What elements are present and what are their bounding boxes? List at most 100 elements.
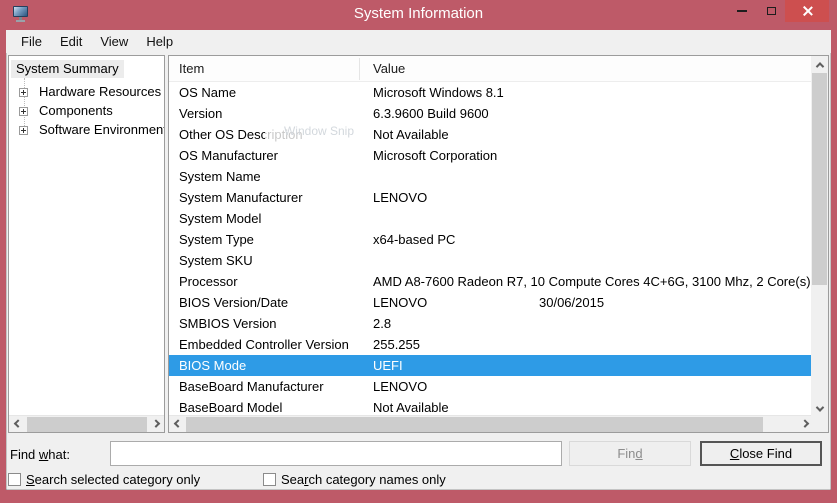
table-header: Item Value bbox=[169, 56, 812, 82]
tree-item-hardware-resources[interactable]: Hardware Resources bbox=[19, 83, 165, 101]
tree-horizontal-scrollbar[interactable] bbox=[9, 415, 164, 432]
table-row[interactable]: OS Name Microsoft Windows 8.1 bbox=[169, 82, 813, 103]
row-item-cell: OS Name bbox=[179, 82, 359, 103]
table-row[interactable]: Embedded Controller Version 255.255 bbox=[169, 334, 813, 355]
expand-plus-icon[interactable] bbox=[19, 88, 28, 97]
close-button[interactable] bbox=[785, 0, 829, 22]
search-category-names-option[interactable]: Search category names only bbox=[263, 471, 446, 487]
row-item-cell: Processor bbox=[179, 271, 359, 292]
row-item-cell: Embedded Controller Version bbox=[179, 334, 359, 355]
table-row[interactable]: System Model bbox=[169, 208, 813, 229]
menu-item-edit[interactable]: Edit bbox=[51, 32, 91, 51]
table-row[interactable]: BIOS Version/DateLENOVO30/06/2015 bbox=[169, 292, 813, 313]
row-value-cell: Microsoft Corporation bbox=[373, 145, 813, 166]
title-bar: System Information bbox=[0, 0, 837, 30]
chevron-down-icon bbox=[815, 403, 823, 411]
row-item-cell: BaseBoard Model bbox=[179, 397, 359, 417]
scroll-up-button[interactable] bbox=[811, 56, 828, 73]
row-item-cell: BaseBoard Manufacturer bbox=[179, 376, 359, 397]
minimize-button[interactable] bbox=[726, 0, 758, 22]
scrollbar-thumb[interactable] bbox=[812, 73, 827, 285]
column-separator[interactable] bbox=[359, 58, 360, 80]
window-title: System Information bbox=[0, 0, 837, 30]
checkbox-label: Search category names only bbox=[281, 472, 446, 487]
row-item-cell: SMBIOS Version bbox=[179, 313, 359, 334]
chevron-right-icon bbox=[151, 419, 159, 427]
find-what-label: Find what: bbox=[10, 447, 70, 462]
row-item-cell: System Type bbox=[179, 229, 359, 250]
maximize-icon bbox=[767, 7, 776, 15]
table-row[interactable]: System SKU bbox=[169, 250, 813, 271]
expand-plus-icon[interactable] bbox=[19, 107, 28, 116]
row-value-cell: UEFI bbox=[373, 355, 813, 376]
maximize-button[interactable] bbox=[756, 0, 786, 22]
expand-plus-icon[interactable] bbox=[19, 126, 28, 135]
row-value-cell: 6.3.9600 Build 9600 bbox=[373, 103, 813, 124]
row-item-cell: OS Manufacturer bbox=[179, 145, 359, 166]
checkbox-icon[interactable] bbox=[8, 473, 21, 486]
table-row[interactable]: BIOS Mode UEFI bbox=[169, 355, 813, 376]
scroll-right-button[interactable] bbox=[147, 416, 164, 433]
row-value-cell: Not Available bbox=[373, 397, 813, 417]
checkbox-label: Search selected category only bbox=[26, 472, 200, 487]
row-value-cell: AMD A8-7600 Radeon R7, 10 Compute Cores … bbox=[373, 271, 813, 292]
chevron-right-icon bbox=[800, 419, 808, 427]
chevron-left-icon bbox=[13, 419, 21, 427]
menu-bar: FileEditViewHelp bbox=[6, 30, 831, 53]
menu-item-help[interactable]: Help bbox=[137, 32, 182, 51]
tree-item-label: Software Environment bbox=[34, 121, 165, 139]
tree-item-components[interactable]: Components bbox=[19, 102, 118, 120]
column-header-item[interactable]: Item bbox=[179, 56, 204, 82]
row-value-cell: Not Available bbox=[373, 124, 813, 145]
table-row[interactable]: System Manufacturer LENOVO bbox=[169, 187, 813, 208]
row-value-cell: 2.8 bbox=[373, 313, 813, 334]
menu-item-file[interactable]: File bbox=[12, 32, 51, 51]
row-value-cell: LENOVO bbox=[373, 376, 813, 397]
table-row[interactable]: BaseBoard Manufacturer LENOVO bbox=[169, 376, 813, 397]
scrollbar-corner bbox=[811, 415, 828, 432]
category-tree-panel: System Summary Hardware ResourcesComponen… bbox=[8, 55, 165, 433]
menu-item-view[interactable]: View bbox=[91, 32, 137, 51]
window-snip-ghost-overlay: Window Snip bbox=[265, 120, 373, 142]
table-row[interactable]: Processor AMD A8-7600 Radeon R7, 10 Compu… bbox=[169, 271, 813, 292]
row-value-secondary-cell: 30/06/2015 bbox=[539, 292, 604, 313]
find-button[interactable]: Find bbox=[569, 441, 691, 466]
chevron-left-icon bbox=[173, 419, 181, 427]
scroll-left-button[interactable] bbox=[169, 416, 186, 433]
table-row[interactable]: System Type x64-based PC bbox=[169, 229, 813, 250]
row-value-cell: x64-based PC bbox=[373, 229, 813, 250]
row-value-cell: 255.255 bbox=[373, 334, 813, 355]
minimize-icon bbox=[737, 10, 747, 12]
scrollbar-thumb[interactable] bbox=[27, 417, 147, 432]
row-item-cell: BIOS Mode bbox=[179, 355, 359, 376]
scroll-left-button[interactable] bbox=[9, 416, 26, 433]
table-row[interactable]: BaseBoard Model Not Available bbox=[169, 397, 813, 417]
tree-item-label: Components bbox=[34, 102, 118, 120]
table-row[interactable]: SMBIOS Version 2.8 bbox=[169, 313, 813, 334]
row-item-cell: System SKU bbox=[179, 250, 359, 271]
search-selected-category-option[interactable]: Search selected category only bbox=[8, 471, 200, 487]
find-input[interactable] bbox=[110, 441, 562, 466]
checkbox-icon[interactable] bbox=[263, 473, 276, 486]
chevron-up-icon bbox=[815, 62, 823, 70]
column-header-value[interactable]: Value bbox=[373, 56, 405, 82]
tree-item-software-environment[interactable]: Software Environment bbox=[19, 121, 165, 139]
table-horizontal-scrollbar[interactable] bbox=[169, 415, 813, 432]
details-table-panel: Item Value OS Name Microsoft Windows 8.1V… bbox=[168, 55, 829, 433]
row-item-cell: System Name bbox=[179, 166, 359, 187]
table-vertical-scrollbar[interactable] bbox=[811, 56, 828, 417]
row-item-cell: System Manufacturer bbox=[179, 187, 359, 208]
close-find-button[interactable]: Close Find bbox=[700, 441, 822, 466]
row-value-cell: LENOVO bbox=[373, 187, 813, 208]
row-item-cell: BIOS Version/Date bbox=[179, 292, 359, 313]
close-icon bbox=[801, 5, 813, 17]
scrollbar-thumb[interactable] bbox=[186, 417, 763, 432]
system-information-window: System Information FileEditViewHelp Syst… bbox=[0, 0, 837, 503]
tree-item-label: System Summary bbox=[11, 60, 124, 78]
table-row[interactable]: System Name bbox=[169, 166, 813, 187]
tree-item-system-summary[interactable]: System Summary bbox=[11, 60, 124, 78]
row-value-cell: Microsoft Windows 8.1 bbox=[373, 82, 813, 103]
row-item-cell: System Model bbox=[179, 208, 359, 229]
table-row[interactable]: OS Manufacturer Microsoft Corporation bbox=[169, 145, 813, 166]
tree-item-label: Hardware Resources bbox=[34, 83, 165, 101]
